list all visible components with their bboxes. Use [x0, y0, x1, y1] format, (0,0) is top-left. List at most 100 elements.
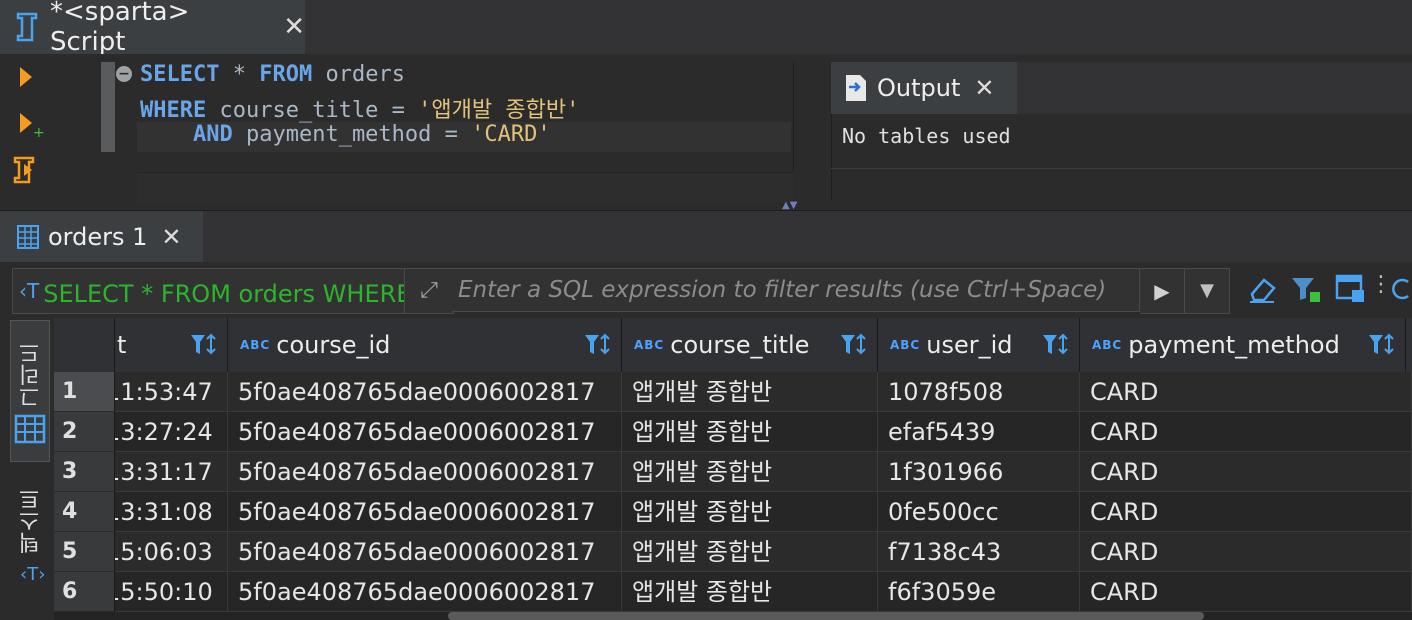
cell-course-id[interactable]: 5f0ae408765dae0006002817 — [228, 372, 622, 412]
eraser-icon[interactable] — [1246, 272, 1278, 310]
row-number[interactable]: 3 — [54, 452, 115, 492]
string-type-icon: ABC — [634, 338, 665, 352]
column-header-course-id[interactable]: ABC course_id — [228, 318, 622, 372]
table-row[interactable]: 3 13:31:17 5f0ae408765dae0006002817 앱개발 종합반… — [54, 452, 1412, 492]
code-line-3: AND payment_method = 'CARD' — [192, 122, 551, 147]
script-tab-close-icon[interactable]: ✕ — [283, 12, 305, 42]
cell-course-title[interactable]: 앱개발 종합반 — [622, 412, 878, 452]
row-number-header — [54, 318, 115, 372]
cell-t[interactable]: 11:53:47 — [115, 372, 228, 412]
cell-course-id[interactable]: 5f0ae408765dae0006002817 — [228, 532, 622, 572]
cell-payment-method[interactable]: CARD — [1080, 412, 1412, 452]
cell-user-id[interactable]: f7138c43 — [878, 532, 1080, 572]
fold-region-bar — [101, 62, 115, 152]
results-tab-title: orders 1 — [48, 222, 148, 251]
results-grid[interactable]: t ABC course_id ABC course_title ABC use… — [54, 318, 1412, 620]
cell-t[interactable]: 15:06:03 — [115, 532, 228, 572]
execute-script-icon[interactable] — [12, 154, 42, 190]
more-options-icon[interactable]: ⋮ — [1370, 272, 1392, 297]
string-type-icon: ABC — [240, 338, 271, 352]
results-tab-bar — [0, 210, 1412, 263]
output-tab-close-icon[interactable]: ✕ — [974, 74, 994, 102]
cell-course-id[interactable]: 5f0ae408765dae0006002817 — [228, 492, 622, 532]
cell-t[interactable]: 15:50:10 — [115, 572, 228, 612]
cell-payment-method[interactable]: CARD — [1080, 452, 1412, 492]
filter-history-dropdown[interactable]: ▼ — [1184, 268, 1230, 314]
execute-in-new-tab-icon[interactable]: + — [16, 110, 45, 144]
cell-course-title[interactable]: 앱개발 종합반 — [622, 532, 878, 572]
cell-payment-method[interactable]: CARD — [1080, 572, 1412, 612]
row-number[interactable]: 5 — [54, 532, 115, 572]
cell-payment-method[interactable]: CARD — [1080, 532, 1412, 572]
cell-user-id[interactable]: f6f3059e — [878, 572, 1080, 612]
string-key-type-icon: ABC — [890, 338, 921, 352]
cell-course-title[interactable]: 앱개발 종합반 — [622, 372, 878, 412]
script-file-icon — [14, 12, 40, 42]
cell-course-id[interactable]: 5f0ae408765dae0006002817 — [228, 572, 622, 612]
table-row[interactable]: 4 13:31:08 5f0ae408765dae0006002817 앱개발 종합반… — [54, 492, 1412, 532]
filter-expression-input[interactable] — [452, 268, 1140, 312]
results-tab-close-icon[interactable]: ✕ — [161, 223, 181, 251]
row-number[interactable]: 6 — [54, 572, 115, 612]
column-header-course-title[interactable]: ABC course_title — [622, 318, 878, 372]
table-row[interactable]: 5 15:06:03 5f0ae408765dae0006002817 앱개발 종합반… — [54, 532, 1412, 572]
column-filter-icon[interactable] — [189, 332, 219, 362]
grid-horizontal-scrollbar[interactable] — [448, 612, 1204, 620]
output-tab-title: Output — [877, 74, 961, 102]
row-number[interactable]: 1 — [54, 372, 115, 412]
cell-user-id[interactable]: 1f301966 — [878, 452, 1080, 492]
output-divider — [831, 168, 1412, 169]
panels-icon[interactable] — [1334, 272, 1368, 310]
output-icon — [843, 73, 869, 103]
cell-user-id[interactable]: efaf5439 — [878, 412, 1080, 452]
cell-course-id[interactable]: 5f0ae408765dae0006002817 — [228, 412, 622, 452]
cell-course-id[interactable]: 5f0ae408765dae0006002817 — [228, 452, 622, 492]
cell-course-title[interactable]: 앱개발 종합반 — [622, 492, 878, 532]
editor-vertical-scrollbar[interactable] — [793, 62, 794, 172]
grid-header: t ABC course_id ABC course_title ABC use… — [54, 318, 1412, 372]
cell-t[interactable]: 13:27:24 — [115, 412, 228, 452]
refresh-icon[interactable] — [1390, 272, 1412, 310]
column-header-user-id[interactable]: ABC user_id — [878, 318, 1080, 372]
svg-text:+: + — [33, 125, 44, 140]
cell-payment-method[interactable]: CARD — [1080, 372, 1412, 412]
column-filter-icon[interactable] — [839, 332, 869, 362]
grid-view-label: 그리드 — [19, 342, 44, 408]
sql-query-icon: ‹T — [19, 279, 40, 303]
cell-payment-method[interactable]: CARD — [1080, 492, 1412, 532]
column-header-t[interactable]: t — [115, 318, 228, 372]
editor-toolbar: + — [0, 54, 52, 210]
column-filter-icon[interactable] — [1041, 332, 1071, 362]
cell-course-title[interactable]: 앱개발 종합반 — [622, 572, 878, 612]
cell-course-title[interactable]: 앱개발 종합반 — [622, 452, 878, 492]
column-filter-icon[interactable] — [1367, 332, 1397, 362]
script-tab-title: *<sparta> Script — [50, 0, 190, 57]
filter-settings-icon[interactable] — [1290, 272, 1324, 310]
text-view-icon[interactable]: ‹T› — [20, 564, 45, 585]
row-number[interactable]: 2 — [54, 412, 115, 452]
text-view-label[interactable]: 텍스트 — [16, 488, 48, 554]
table-row[interactable]: 2 13:27:24 5f0ae408765dae0006002817 앱개발 종합반… — [54, 412, 1412, 452]
column-filter-icon[interactable] — [583, 332, 613, 362]
table-row[interactable]: 6 15:50:10 5f0ae408765dae0006002817 앱개발 종합반… — [54, 572, 1412, 612]
expand-query-icon[interactable]: ⤢ — [404, 268, 454, 314]
apply-filter-button[interactable]: ▶ — [1140, 268, 1185, 314]
active-query-text: SELECT * FROM orders WHERE course_title … — [43, 279, 405, 308]
cell-t[interactable]: 13:31:17 — [115, 452, 228, 492]
code-line-1: SELECT * FROM orders — [140, 62, 405, 87]
editor-horizontal-scrollbar[interactable] — [137, 172, 793, 203]
cell-user-id[interactable]: 0fe500cc — [878, 492, 1080, 532]
cell-user-id[interactable]: 1078f508 — [878, 372, 1080, 412]
table-row[interactable]: 1 11:53:47 5f0ae408765dae0006002817 앱개발 종합반… — [54, 372, 1412, 412]
output-message: No tables used — [842, 124, 1011, 148]
output-tab[interactable]: Output ✕ — [831, 62, 1017, 114]
row-number[interactable]: 4 — [54, 492, 115, 532]
script-tab[interactable]: *<sparta> Script ✕ — [0, 0, 305, 57]
column-header-payment-method[interactable]: ABC payment_method — [1080, 318, 1406, 372]
string-type-icon: ABC — [1092, 338, 1123, 352]
active-query-display[interactable]: ‹T SELECT * FROM orders WHERE course_tit… — [12, 268, 405, 314]
cell-t[interactable]: 13:31:08 — [115, 492, 228, 532]
fold-collapse-icon[interactable]: − — [116, 66, 132, 82]
results-tab[interactable]: orders 1 ✕ — [0, 211, 203, 262]
execute-statement-icon[interactable] — [16, 64, 36, 94]
